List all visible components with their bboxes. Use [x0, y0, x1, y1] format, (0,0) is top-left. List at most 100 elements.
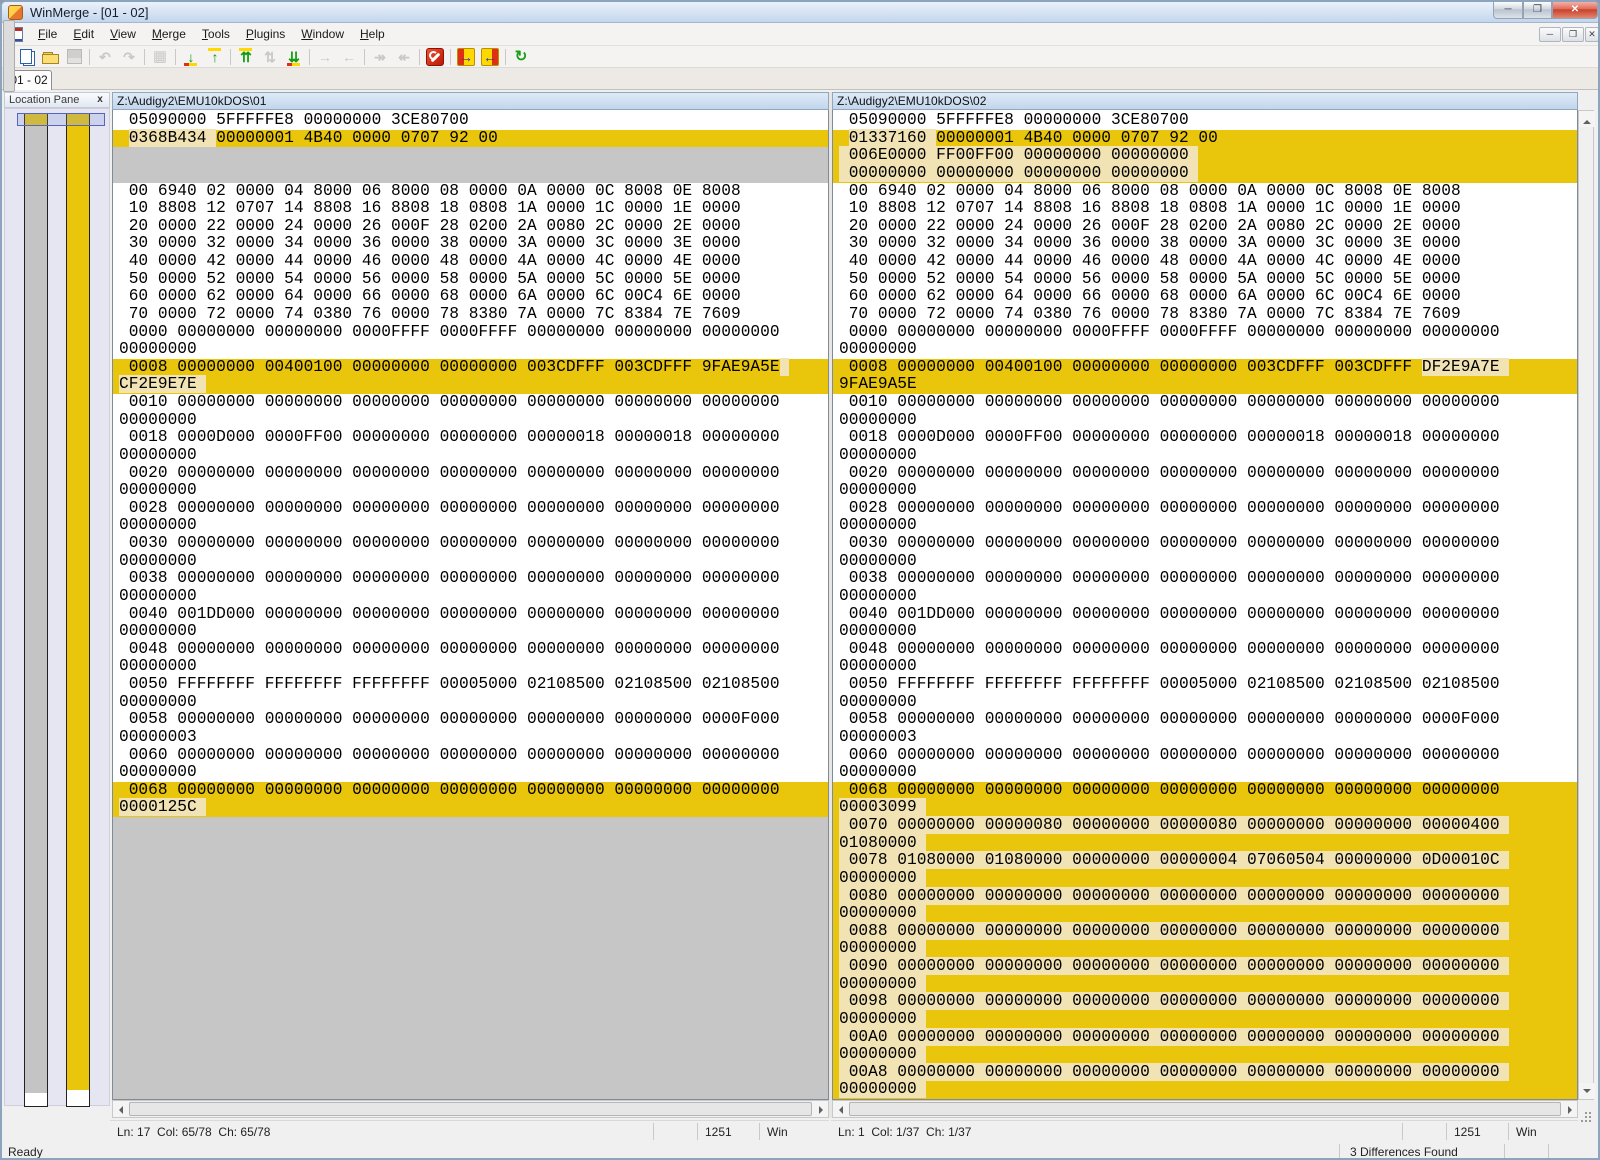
hex-line: 70 0000 72 0000 74 0380 76 0000 78 8380 …: [833, 306, 1577, 324]
hex-text: 70 0000 72 0000 74 0380 76 0000 78 8380 …: [839, 305, 1461, 323]
toolbar-separator: [450, 49, 451, 65]
hex-line: 0018 0000D000 0000FF00 00000000 00000000…: [113, 429, 828, 447]
hex-text: 00 6940 02 0000 04 8000 06 8000 08 0000 …: [119, 182, 741, 200]
hex-text: 00000000: [839, 340, 917, 358]
scroll-up-arrow-icon[interactable]: [1579, 111, 1595, 127]
left-pane-status-bar: Ln: 17 Col: 65/78 Ch: 65/78 1251 Win: [110, 1120, 829, 1142]
right-editor-pane[interactable]: 05090000 5FFFFFE8 00000000 3CE80700 0133…: [832, 110, 1578, 1100]
menu-item-window[interactable]: Window: [293, 24, 352, 44]
scrollbar-thumb[interactable]: [849, 1102, 1561, 1116]
hex-line: 60 0000 62 0000 64 0000 66 0000 68 0000 …: [833, 288, 1577, 306]
word-diff-segment: 01080000: [839, 834, 926, 852]
scroll-left-arrow-icon[interactable]: [113, 1101, 129, 1117]
copy-left-advance-button[interactable]: [392, 47, 416, 67]
menu-bar: FileEditViewMergeToolsPluginsWindowHelp …: [2, 23, 1598, 46]
word-diff-segment: 00000000: [839, 1010, 926, 1028]
close-button[interactable]: ✕: [1552, 2, 1598, 19]
left-editor-pane[interactable]: 05090000 5FFFFFE8 00000000 3CE80700 0368…: [112, 110, 829, 1100]
hex-line: 0060 00000000 00000000 00000000 00000000…: [833, 747, 1577, 765]
copy-all-left-button[interactable]: [478, 47, 502, 67]
menu-item-merge[interactable]: Merge: [144, 24, 194, 44]
refresh-button[interactable]: [509, 47, 533, 67]
copy-right-advance-button[interactable]: [368, 47, 392, 67]
hex-line: 0080 00000000 00000000 00000000 00000000…: [833, 888, 1577, 906]
word-diff-segment: 0070 00000000 00000080 00000000 00000080…: [839, 816, 1509, 834]
restore-button[interactable]: ❐: [1523, 2, 1552, 19]
toolbar-separator: [419, 49, 420, 65]
menu-item-plugins[interactable]: Plugins: [238, 24, 293, 44]
next-difference-button[interactable]: [179, 47, 203, 67]
status-message: Ready: [8, 1145, 43, 1159]
hex-text: 0058 00000000 00000000 00000000 00000000…: [839, 710, 1500, 728]
current-difference-button[interactable]: [258, 47, 282, 67]
hex-line: 0050 FFFFFFFF FFFFFFFF FFFFFFFF 00005000…: [113, 676, 828, 694]
location-pane-close-icon[interactable]: x: [94, 94, 106, 106]
copy-left-button[interactable]: [337, 47, 361, 67]
hex-line: 00000000: [833, 658, 1577, 676]
location-bar-left-file[interactable]: [24, 113, 48, 1107]
previous-difference-button[interactable]: [203, 47, 227, 67]
hex-line: 0020 00000000 00000000 00000000 00000000…: [833, 465, 1577, 483]
resize-grip[interactable]: [1578, 1100, 1594, 1118]
redo-icon: [120, 48, 138, 66]
hex-text: 9FAE9A5E: [839, 375, 917, 393]
file-compare-button[interactable]: [148, 47, 172, 67]
hex-line: 00000000: [113, 341, 828, 359]
scrollbar-thumb[interactable]: [129, 1102, 812, 1116]
undo-button[interactable]: [93, 47, 117, 67]
scroll-right-arrow-icon[interactable]: [812, 1101, 828, 1117]
hex-text: 20 0000 22 0000 24 0000 26 000F 28 0200 …: [839, 217, 1461, 235]
scroll-left-arrow-icon[interactable]: [833, 1101, 849, 1117]
hex-text: 0000 00000000 00000000 0000FFFF 0000FFFF…: [839, 323, 1500, 341]
hex-text: 0068 00000000 00000000 00000000 00000000…: [119, 781, 780, 799]
hex-text: 00000000: [119, 411, 197, 429]
last-difference-button[interactable]: [282, 47, 306, 67]
first-difference-button[interactable]: [234, 47, 258, 67]
open-button[interactable]: [38, 47, 62, 67]
hex-line: 0050 FFFFFFFF FFFFFFFF FFFFFFFF 00005000…: [833, 676, 1577, 694]
hex-line: 01337160 00000001 4B40 0000 0707 92 00: [833, 130, 1577, 148]
hex-text: 0060 00000000 00000000 00000000 00000000…: [839, 746, 1500, 764]
mdi-minimize-button[interactable]: ─: [1539, 27, 1561, 42]
options-button[interactable]: [423, 47, 447, 67]
hex-text: 0020 00000000 00000000 00000000 00000000…: [119, 464, 780, 482]
left-horizontal-scrollbar[interactable]: [112, 1100, 829, 1118]
hex-text: 0030 00000000 00000000 00000000 00000000…: [119, 534, 780, 552]
hex-line: 00000000: [833, 588, 1577, 606]
vertical-scrollbar-thumb[interactable]: [3, 20, 15, 92]
hex-text: 00000000: [119, 340, 197, 358]
new-file-button[interactable]: [14, 47, 38, 67]
menu-item-tools[interactable]: Tools: [194, 24, 238, 44]
menu-item-edit[interactable]: Edit: [65, 24, 102, 44]
hex-text: [119, 129, 129, 147]
word-diff-segment: 0088 00000000 00000000 00000000 00000000…: [839, 922, 1509, 940]
hex-line: 00000000: [833, 482, 1577, 500]
save-button[interactable]: [62, 47, 86, 67]
vertical-scrollbar[interactable]: [1578, 110, 1594, 1100]
minimize-button[interactable]: ─: [1493, 2, 1523, 19]
redo-button[interactable]: [117, 47, 141, 67]
hex-text: 0000 00000000 00000000 0000FFFF 0000FFFF…: [119, 323, 780, 341]
hex-text: 00000003: [839, 728, 917, 746]
copy-right-button[interactable]: [313, 47, 337, 67]
right-horizontal-scrollbar[interactable]: [832, 1100, 1578, 1118]
hex-text: 05090000 5FFFFFE8 00000000 3CE80700: [119, 111, 469, 129]
menu-item-help[interactable]: Help: [352, 24, 393, 44]
open-icon: [41, 48, 59, 66]
location-bar-right-file[interactable]: [66, 113, 90, 1107]
hex-line: 0048 00000000 00000000 00000000 00000000…: [833, 641, 1577, 659]
mdi-restore-button[interactable]: ❐: [1562, 27, 1584, 42]
menu-item-view[interactable]: View: [102, 24, 144, 44]
refresh-icon: [512, 48, 530, 66]
scroll-down-arrow-icon[interactable]: [1579, 1083, 1595, 1099]
menu-item-file[interactable]: File: [30, 24, 65, 44]
hex-line: 00000000: [113, 553, 828, 571]
mdi-close-button[interactable]: ✕: [1585, 27, 1599, 42]
location-viewport-indicator[interactable]: [17, 113, 105, 126]
copy-all-right-button[interactable]: [454, 47, 478, 67]
hex-line: 0058 00000000 00000000 00000000 00000000…: [113, 711, 828, 729]
hex-text: 00000000: [839, 763, 917, 781]
word-diff-segment: [780, 358, 790, 376]
scroll-right-arrow-icon[interactable]: [1561, 1101, 1577, 1117]
hex-text: 60 0000 62 0000 64 0000 66 0000 68 0000 …: [839, 287, 1461, 305]
